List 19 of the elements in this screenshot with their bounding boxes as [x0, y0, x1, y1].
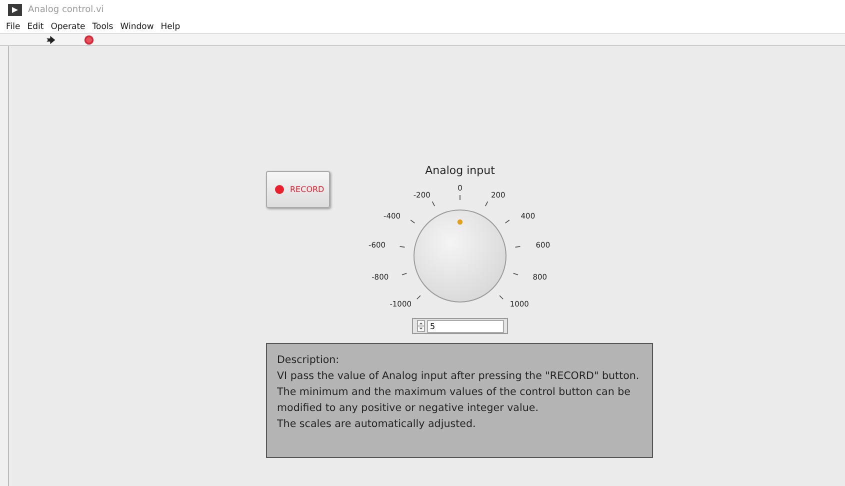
- description-text: The scales are automatically adjusted.: [277, 417, 477, 432]
- menu-item[interactable]: Help: [160, 22, 180, 32]
- menu-item[interactable]: Tools: [92, 22, 114, 32]
- description-text: The minimum and the maximum values of the control button can be: [277, 385, 632, 400]
- menu-item[interactable]: Operate: [50, 22, 86, 32]
- menu-item[interactable]: File: [6, 22, 20, 32]
- record-button[interactable]: RECORD: [266, 171, 330, 208]
- knob-label: Analog input: [425, 164, 495, 178]
- run-arrow-icon[interactable]: [46, 34, 56, 44]
- window-title: Analog control.vi: [28, 5, 104, 15]
- numeric-field[interactable]: 5: [412, 318, 508, 334]
- description-text: VI pass the value of Analog input after pressing the "RECORD" button.: [277, 369, 640, 384]
- app-icon: [8, 4, 22, 16]
- stop-icon[interactable]: [84, 34, 94, 44]
- description-text: modified to any positive or negative integer value.: [277, 401, 540, 416]
- menu-item[interactable]: Window: [120, 22, 154, 32]
- description-heading: Description:: [277, 353, 340, 368]
- spinner-icon[interactable]: [417, 320, 425, 332]
- menu-item[interactable]: Edit: [27, 22, 44, 32]
